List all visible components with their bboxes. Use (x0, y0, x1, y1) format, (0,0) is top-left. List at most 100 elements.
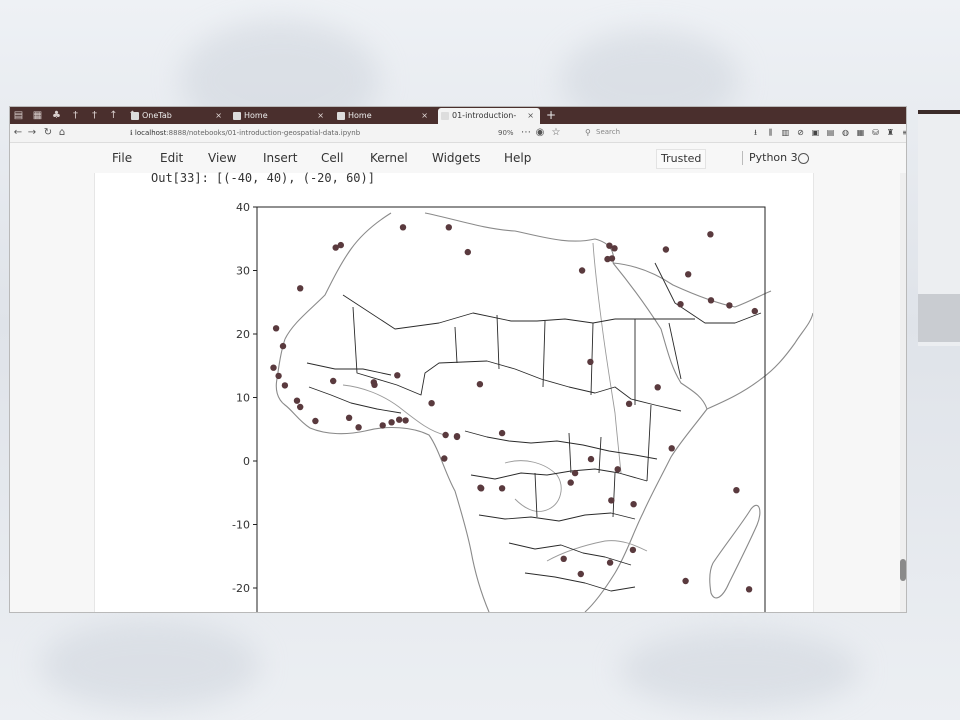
city-marker (379, 422, 386, 429)
extension-icon[interactable]: ▦ (855, 127, 866, 138)
city-marker (498, 485, 506, 492)
extension-icon[interactable]: ⛁ (870, 127, 881, 138)
city-marker (611, 245, 618, 252)
tab-favicon-icon (131, 112, 139, 120)
city-marker (745, 586, 753, 593)
coastline (706, 312, 813, 410)
search-box[interactable]: ⚲ Search (582, 126, 742, 139)
coastline (284, 212, 392, 340)
city-marker (567, 479, 574, 486)
pinned-tab-icon[interactable]: † (88, 110, 101, 122)
city-marker (477, 484, 484, 491)
notebook-page: Out[33]: [(-40, 40), (-20, 60)] 40 30 20 10… (94, 171, 814, 612)
city-marker (571, 469, 579, 477)
pinned-tab-icon[interactable]: † (69, 110, 82, 122)
home-icon[interactable]: ⌂ (56, 126, 68, 139)
city-marker (751, 307, 758, 315)
city-marker (578, 267, 586, 274)
y-tick-label: 20 (236, 328, 250, 341)
border (352, 306, 682, 412)
city-marker (587, 358, 594, 366)
city-marker (453, 433, 461, 441)
background-window (918, 110, 960, 346)
city-marker (355, 424, 362, 431)
city-marker (445, 224, 452, 231)
city-marker (279, 342, 287, 350)
menu-cell[interactable]: Cell (321, 151, 343, 165)
menu-icon[interactable]: ≡ (900, 127, 906, 138)
menu-help[interactable]: Help (504, 151, 531, 165)
tab-notebook[interactable]: 01-introduction-geosp × (438, 108, 540, 136)
city-marker (498, 429, 506, 437)
search-icon: ⚲ (585, 128, 591, 137)
menu-view[interactable]: View (208, 151, 236, 165)
city-marker (441, 455, 448, 462)
city-marker (275, 372, 282, 380)
city-marker (677, 301, 684, 308)
pinned-tab-icon[interactable]: ▦ (31, 110, 44, 122)
coastline (275, 338, 490, 612)
navigation-bar: ← → ↻ ⌂ ℹ localhost:8888/notebooks/01-in… (10, 124, 906, 143)
address-bar[interactable]: ℹ localhost:8888/notebooks/01-introducti… (130, 127, 476, 139)
sidebar-icon[interactable]: ▥ (780, 127, 791, 138)
menu-edit[interactable]: Edit (160, 151, 183, 165)
city-marker (662, 246, 670, 253)
block-icon[interactable]: ⊘ (795, 127, 806, 138)
menu-file[interactable]: File (112, 151, 132, 165)
forward-icon[interactable]: → (26, 126, 38, 139)
tab-home-2[interactable]: Home × (334, 108, 434, 124)
coastline (612, 262, 772, 308)
city-marker (297, 285, 304, 292)
city-marker (399, 224, 407, 231)
tab-label: Home (348, 111, 372, 120)
menu-widgets[interactable]: Widgets (432, 151, 481, 165)
scrollbar-thumb[interactable] (900, 559, 906, 581)
y-tick-label: 0 (243, 455, 250, 468)
reload-icon[interactable]: ↻ (42, 126, 54, 139)
city-marker (606, 559, 614, 566)
city-marker (281, 382, 289, 389)
close-tab-icon[interactable]: × (421, 108, 428, 124)
extension-icon[interactable]: ▣ (810, 127, 821, 138)
city-marker (577, 570, 584, 578)
tab-onetab[interactable]: OneTab × (128, 108, 228, 124)
pinned-tab-icon[interactable]: ♣ (50, 110, 63, 122)
city-marker (625, 400, 633, 407)
border (478, 512, 636, 522)
bookmark-star-icon[interactable]: ☆ (550, 126, 562, 139)
city-marker (371, 381, 378, 388)
map-plot: 40 30 20 10 0 -10 -20 (232, 201, 813, 612)
tab-home[interactable]: Home × (230, 108, 330, 124)
menu-insert[interactable]: Insert (263, 151, 297, 165)
library-icon[interactable]: ⫼ (765, 127, 776, 138)
trusted-indicator[interactable]: Trusted (656, 149, 707, 169)
page-actions-icon[interactable]: ⋯ (520, 126, 532, 139)
city-marker (587, 455, 595, 463)
city-marker (707, 231, 714, 238)
pinned-tab-icon[interactable]: ▤ (12, 110, 25, 122)
extension-icon[interactable]: ♜ (885, 127, 896, 138)
zoom-level[interactable]: 90% (498, 127, 514, 139)
menu-kernel[interactable]: Kernel (370, 151, 408, 165)
city-marker (388, 419, 395, 426)
kernel-status-icon (798, 153, 809, 164)
y-tick-label: -10 (232, 519, 250, 532)
close-tab-icon[interactable]: × (317, 108, 324, 124)
close-tab-icon[interactable]: × (215, 108, 222, 124)
pocket-icon[interactable]: ◉ (534, 126, 546, 139)
tab-label: Home (244, 111, 268, 120)
site-info-icon[interactable]: ℹ (130, 129, 133, 137)
city-marker (272, 325, 280, 332)
tab-label: OneTab (142, 111, 172, 120)
pinned-tab-icon[interactable]: ↑ (107, 110, 120, 122)
scrollbar[interactable] (900, 173, 906, 612)
extension-icon[interactable]: ◍ (840, 127, 851, 138)
tab-bar: ▤ ▦ ♣ † † ↑ ↑ OneTab × Home × Home × 01-… (10, 107, 906, 136)
city-marker (629, 546, 637, 554)
extension-icon[interactable]: ▤ (825, 127, 836, 138)
back-icon[interactable]: ← (12, 126, 24, 139)
new-tab-button[interactable]: + (546, 108, 556, 123)
close-tab-icon[interactable]: × (527, 108, 534, 124)
download-icon[interactable]: ⭳ (750, 127, 761, 138)
city-marker (604, 255, 611, 263)
